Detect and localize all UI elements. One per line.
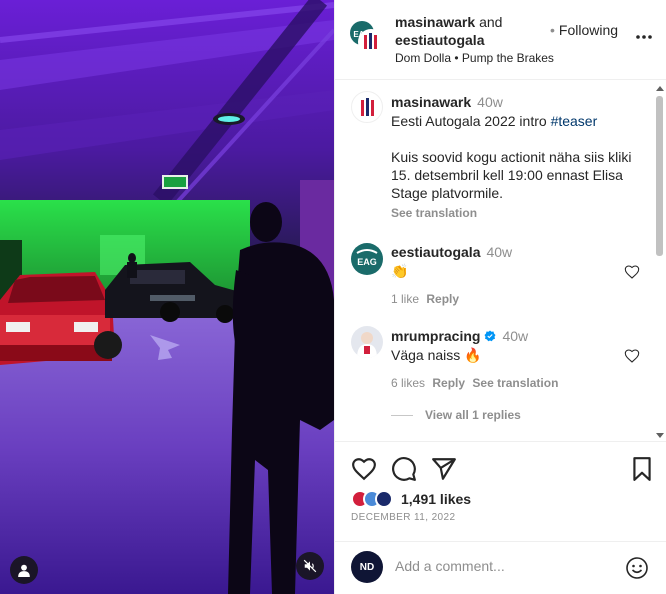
comment-username[interactable]: eestiautogala	[391, 244, 480, 260]
comments-scrollbar[interactable]	[655, 86, 664, 438]
likes-count[interactable]: 1,491 likes	[401, 491, 471, 507]
comment-username[interactable]: mrumpracing	[391, 328, 480, 344]
svg-text:EAG: EAG	[357, 257, 377, 267]
racer-avatar-icon	[357, 332, 377, 358]
comment-time[interactable]: 40w	[502, 328, 528, 344]
comment-text: 👏	[391, 263, 409, 279]
author-username[interactable]: masinawark	[395, 14, 475, 30]
caption: masinawark 40w Eesti Autogala 2022 intro …	[391, 94, 641, 220]
post-dialog: EAG masinawark and eestiautogala Dom Dol…	[0, 0, 666, 594]
paper-plane-icon[interactable]	[431, 456, 457, 482]
eag-logo-icon: EAG	[356, 249, 378, 267]
comment-text: Väga naiss 🔥	[391, 347, 482, 363]
verified-badge-icon	[484, 330, 496, 342]
collab-username[interactable]: eestiautogala	[395, 32, 484, 48]
emoji-icon[interactable]	[625, 556, 649, 580]
post-authors: masinawark and eestiautogala	[395, 13, 502, 49]
muted-speaker-icon	[303, 559, 317, 573]
comment-reply-button[interactable]: Reply	[432, 376, 465, 390]
caption-body: Kuis soovid kogu actionit näha siis klik…	[391, 149, 632, 201]
post-actions: 1,491 likes DECEMBER 11, 2022	[335, 441, 666, 541]
collab-avatar-icon: EAG	[350, 21, 384, 55]
view-replies-label: View all 1 replies	[425, 408, 521, 422]
post-details-panel: EAG masinawark and eestiautogala Dom Dol…	[334, 0, 666, 594]
follow-separator: •	[550, 22, 555, 38]
bookmark-icon[interactable]	[629, 456, 655, 482]
current-user-avatar[interactable]: ND	[351, 551, 383, 583]
caption-time[interactable]: 40w	[477, 94, 503, 110]
scrollbar-thumb[interactable]	[656, 96, 663, 256]
caption-see-translation[interactable]: See translation	[391, 206, 641, 220]
authors-and: and	[479, 14, 503, 30]
liker-avatar	[375, 490, 393, 508]
liked-by[interactable]: 1,491 likes	[351, 488, 471, 510]
comment-time[interactable]: 40w	[486, 244, 512, 260]
tagged-users-button[interactable]	[10, 556, 38, 584]
comment-likes[interactable]: 1 like	[391, 292, 419, 306]
comment: mrumpracing 40w Väga naiss 🔥 6 likes Rep…	[391, 328, 631, 390]
comment-input[interactable]	[395, 558, 615, 574]
hashtag-link[interactable]: #teaser	[551, 113, 598, 129]
caption-title: Eesti Autogala 2022 intro	[391, 113, 551, 129]
post-date[interactable]: DECEMBER 11, 2022	[351, 512, 455, 523]
audio-track[interactable]: Dom Dolla • Pump the Brakes	[395, 51, 554, 65]
view-replies-button[interactable]: View all 1 replies	[391, 408, 521, 422]
collab-avatars[interactable]: EAG	[349, 20, 385, 56]
post-video[interactable]	[0, 0, 334, 594]
following-label: Following	[558, 22, 619, 38]
video-frame	[0, 0, 334, 594]
comment-reply-button[interactable]: Reply	[426, 292, 459, 306]
caption-line: Eesti Autogala 2022 intro #teaser	[391, 112, 641, 130]
caption-avatar[interactable]	[351, 91, 383, 123]
comment-like-heart-icon[interactable]	[624, 348, 640, 364]
comment-likes[interactable]: 6 likes	[391, 376, 425, 390]
current-user-initials: ND	[359, 561, 375, 573]
user-icon	[18, 564, 30, 577]
scroll-up-arrow-icon[interactable]	[656, 86, 664, 91]
more-icon[interactable]	[635, 28, 653, 46]
comment-meta: 6 likes Reply See translation	[391, 376, 631, 390]
comment-avatar[interactable]	[351, 326, 383, 358]
caption-username[interactable]: masinawark	[391, 94, 471, 110]
add-comment-bar: ND	[335, 541, 666, 594]
comment-like-heart-icon[interactable]	[624, 264, 640, 280]
comments-list[interactable]: masinawark 40w Eesti Autogala 2022 intro …	[335, 81, 666, 441]
comment: eestiautogala 40w 👏 1 like Reply	[391, 244, 621, 306]
following-button[interactable]: • Following	[550, 22, 618, 38]
comment-avatar[interactable]: EAG	[351, 243, 383, 275]
comment-icon[interactable]	[391, 456, 417, 482]
scroll-down-arrow-icon[interactable]	[656, 433, 664, 438]
mute-button[interactable]	[296, 552, 324, 580]
post-header: EAG masinawark and eestiautogala Dom Dol…	[335, 0, 666, 80]
heart-icon[interactable]	[351, 456, 377, 482]
replies-divider	[391, 414, 413, 416]
masinawark-logo-icon	[361, 98, 374, 116]
comment-meta: 1 like Reply	[391, 292, 621, 306]
comment-see-translation[interactable]: See translation	[472, 376, 558, 390]
